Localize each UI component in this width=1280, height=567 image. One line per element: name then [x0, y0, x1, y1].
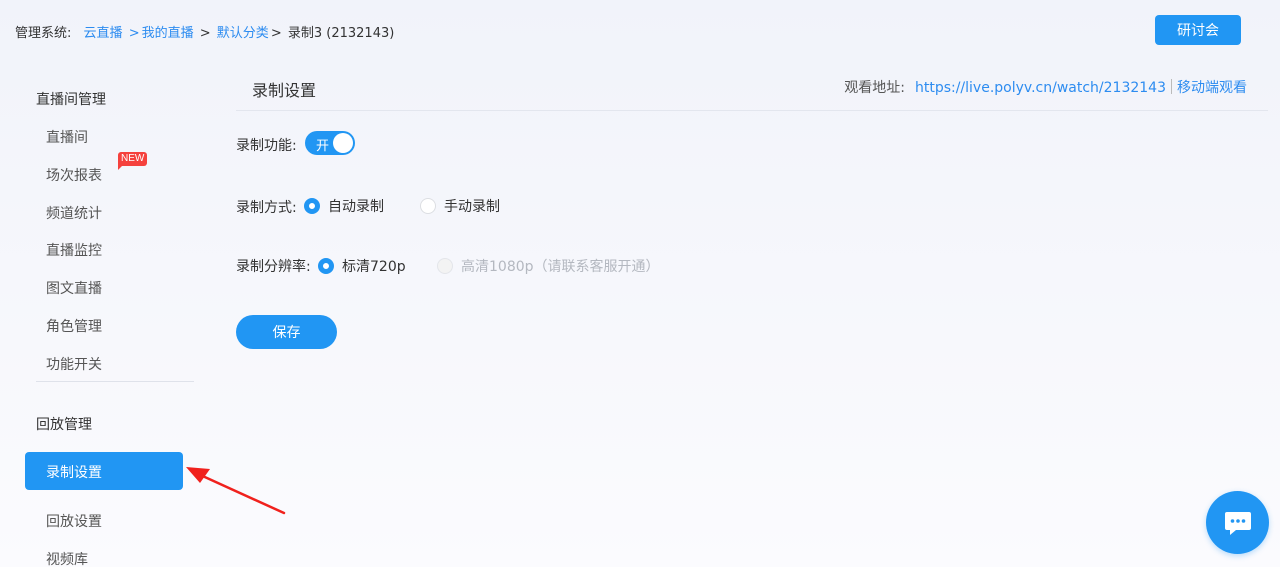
- new-badge: NEW: [118, 152, 148, 170]
- sidebar-divider: [36, 381, 194, 382]
- breadcrumb-separator: >: [199, 26, 211, 41]
- divider: [1171, 79, 1172, 94]
- sidebar-item-video-library[interactable]: 视频库: [46, 549, 88, 567]
- sidebar-item-session-report[interactable]: 场次报表: [46, 165, 102, 185]
- sidebar-item-channel-stats[interactable]: 频道统计: [46, 203, 102, 223]
- breadcrumb-link-default-category[interactable]: 默认分类: [217, 26, 269, 41]
- radio-unchecked-icon: [420, 198, 436, 214]
- chat-bubble-icon: [1224, 511, 1251, 535]
- sidebar-group-playback-management: 回放管理: [36, 417, 92, 433]
- watch-url-link[interactable]: https://live.polyv.cn/watch/2132143: [915, 80, 1166, 96]
- record-mode-label: 录制方式:: [236, 200, 297, 216]
- sidebar-item-feature-switch[interactable]: 功能开关: [46, 354, 102, 374]
- breadcrumb-current: 录制3 (2132143): [287, 26, 395, 41]
- sidebar-group-live-room-management: 直播间管理: [36, 92, 106, 108]
- save-button[interactable]: 保存: [236, 315, 337, 349]
- page-title: 录制设置: [252, 81, 317, 100]
- sidebar-item-text-live[interactable]: 图文直播: [46, 278, 102, 298]
- mobile-watch-link[interactable]: 移动端观看: [1177, 80, 1247, 96]
- radio-label: 高清1080p（请联系客服开通）: [461, 259, 660, 275]
- record-function-switch[interactable]: 开: [305, 131, 355, 155]
- radio-manual-record[interactable]: 手动录制: [420, 196, 500, 216]
- radio-sd-720p[interactable]: 标清720p: [318, 256, 406, 276]
- breadcrumb-separator: >: [270, 26, 282, 41]
- resolution-label: 录制分辨率:: [236, 259, 311, 275]
- switch-knob: [333, 133, 353, 153]
- sidebar-item-label: 录制设置: [46, 465, 102, 481]
- watch-address-label: 观看地址:: [844, 80, 905, 96]
- header-divider: [236, 110, 1268, 111]
- radio-label: 手动录制: [444, 199, 500, 215]
- radio-disabled-icon: [437, 258, 453, 274]
- annotation-arrow-icon: [186, 467, 286, 515]
- record-function-label: 录制功能:: [236, 138, 297, 154]
- radio-checked-icon: [318, 258, 334, 274]
- sidebar-item-live-room[interactable]: 直播间: [46, 127, 88, 147]
- sidebar: 直播间管理 直播间 场次报表 NEW 频道统计 直播监控 图文直播 角色管理 功…: [0, 0, 200, 567]
- radio-checked-icon: [304, 198, 320, 214]
- radio-label: 自动录制: [328, 199, 384, 215]
- sidebar-item-playback-settings[interactable]: 回放设置: [46, 511, 102, 531]
- seminar-button[interactable]: 研讨会: [1155, 15, 1241, 45]
- radio-label: 标清720p: [342, 259, 406, 275]
- sidebar-item-live-monitor[interactable]: 直播监控: [46, 240, 102, 260]
- sidebar-item-record-settings[interactable]: 录制设置: [25, 452, 183, 490]
- sidebar-item-role-management[interactable]: 角色管理: [46, 316, 102, 336]
- switch-text: 开: [316, 139, 330, 154]
- chat-button[interactable]: [1206, 491, 1269, 554]
- radio-hd-1080p: 高清1080p（请联系客服开通）: [437, 256, 660, 276]
- watch-address: 观看地址: https://live.polyv.cn/watch/2132143…: [844, 77, 1247, 97]
- radio-auto-record[interactable]: 自动录制: [304, 196, 384, 216]
